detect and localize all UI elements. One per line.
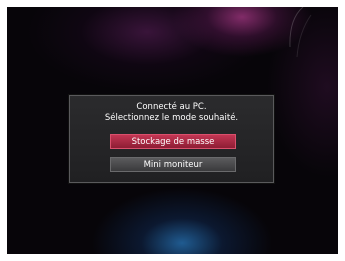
screen-frame: Connecté au PC. Sélectionnez le mode sou…: [0, 0, 345, 261]
mini-monitor-option[interactable]: Mini moniteur: [110, 157, 236, 172]
device-display: Connecté au PC. Sélectionnez le mode sou…: [7, 7, 338, 254]
dialog-message-line2: Sélectionnez le mode souhaité.: [104, 113, 239, 123]
dialog-message-line1: Connecté au PC.: [136, 102, 207, 112]
connection-mode-dialog: Connecté au PC. Sélectionnez le mode sou…: [69, 95, 274, 183]
mass-storage-option[interactable]: Stockage de masse: [110, 134, 236, 149]
